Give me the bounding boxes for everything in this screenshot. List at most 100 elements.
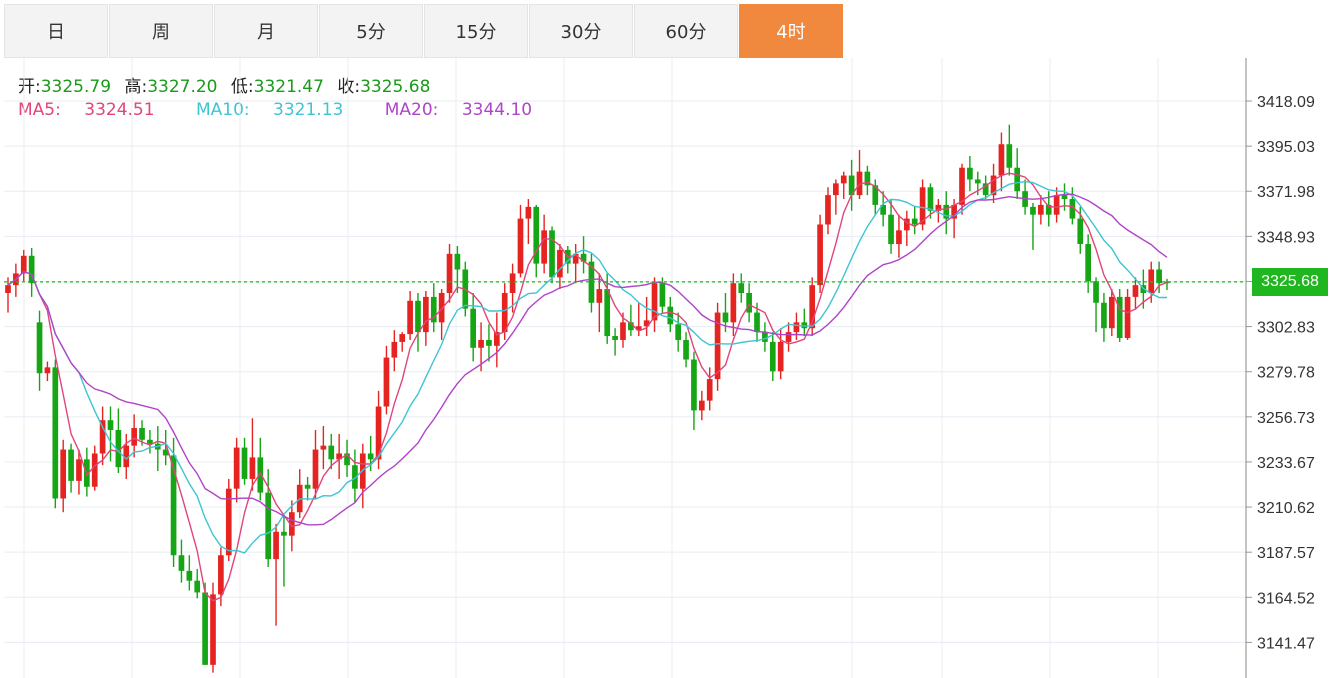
candle-body [1077,218,1084,245]
candle-body [423,296,429,333]
tab-4hour[interactable]: 4时 [739,4,843,58]
candle-body [60,449,67,499]
y-tick-label: 3141.47 [1257,635,1315,652]
candle-body [415,300,421,333]
candle-body [730,283,737,323]
y-tick-label: 3210.62 [1257,500,1315,517]
candle-body [304,484,311,489]
candle-body [320,445,327,450]
current-price-tag: 3325.68 [1252,267,1328,296]
y-tick-label: 3395.03 [1257,139,1315,156]
candle-body [241,447,248,479]
candle-body [1038,204,1044,215]
candle-body [659,283,666,307]
candle-body [1124,296,1131,338]
candle-body [328,445,335,460]
y-tick-label: 3302.83 [1257,320,1315,337]
candle-body [194,580,201,593]
candle-body [825,195,831,225]
candle-body [541,230,547,264]
y-tick-label: 3164.52 [1257,590,1315,607]
candle-body [549,230,555,278]
candle-body [399,334,406,342]
tab-5min[interactable]: 5分 [319,4,423,58]
candle-body [407,300,413,335]
candle-body [557,249,563,278]
candle-body [478,339,484,348]
candle-body [509,273,516,293]
candle-body [896,230,902,245]
candle-body [833,183,839,196]
candle-body [486,339,492,346]
candle-body [698,400,705,411]
candle-body [265,492,272,560]
candle-body [391,341,398,358]
candle-body [218,555,224,595]
candle-body [68,449,74,481]
candle-body [36,322,43,374]
candle-body [186,570,193,581]
candle-body [683,339,689,360]
candle-body [927,187,934,211]
y-tick-label: 3371.98 [1257,184,1315,201]
candle-body [1006,144,1013,168]
candle-body [1053,195,1060,215]
y-tick-label: 3279.78 [1257,365,1315,382]
candle-body [612,336,618,340]
candle-body [44,367,51,374]
y-tick-label: 3418.09 [1257,94,1315,111]
candle-body [76,459,82,481]
tab-day[interactable]: 日 [4,4,108,58]
candle-body [517,218,524,274]
candle-body [147,439,153,444]
candle-body [383,357,390,407]
candle-body [1108,296,1115,329]
tab-30min[interactable]: 30分 [529,4,633,58]
y-tick-label: 3187.57 [1257,545,1315,562]
candle-body [367,453,374,460]
candle-body [762,332,768,342]
candle-body [967,167,973,180]
candle-body [691,359,697,411]
candle-body [501,292,508,333]
candle-body [1061,195,1068,200]
candle-body [1101,302,1107,329]
candle-body [840,175,847,184]
candle-body [746,292,752,313]
candle-body [1085,244,1091,282]
candle-body [52,367,59,499]
candle-body [139,428,145,440]
candle-body [769,341,776,372]
candle-body [131,428,137,446]
tab-week[interactable]: 周 [109,4,213,58]
candle-body [651,283,658,321]
candle-body [604,289,611,337]
candle-body [754,312,760,333]
candle-body [998,144,1005,176]
candle-body [312,449,319,489]
candle-body [888,214,894,245]
y-tick-label: 3348.93 [1257,229,1315,246]
candlestick-chart[interactable]: 3418.093395.033371.983348.933325.883302.… [0,58,1329,678]
candle-body [375,406,382,460]
period-tab-bar: 日 周 月 5分 15分 30分 60分 4时 [4,4,844,58]
candle-body [738,283,745,293]
tab-month[interactable]: 月 [214,4,318,58]
candle-body [210,594,216,665]
candle-body [974,179,981,184]
candle-body [525,206,532,219]
y-tick-label: 3233.67 [1257,455,1315,472]
candle-body [178,555,185,571]
candle-body [706,379,713,401]
candle-body [1093,281,1099,303]
tab-60min[interactable]: 60分 [634,4,738,58]
candle-body [281,531,287,536]
ma20-line [7,193,1168,526]
y-tick-label: 3256.73 [1257,410,1315,427]
candle-body [596,289,603,303]
candle-body [454,253,461,270]
candle-body [446,253,453,293]
candle-body [99,420,106,454]
candle-body [667,306,674,325]
tab-15min[interactable]: 15分 [424,4,528,58]
